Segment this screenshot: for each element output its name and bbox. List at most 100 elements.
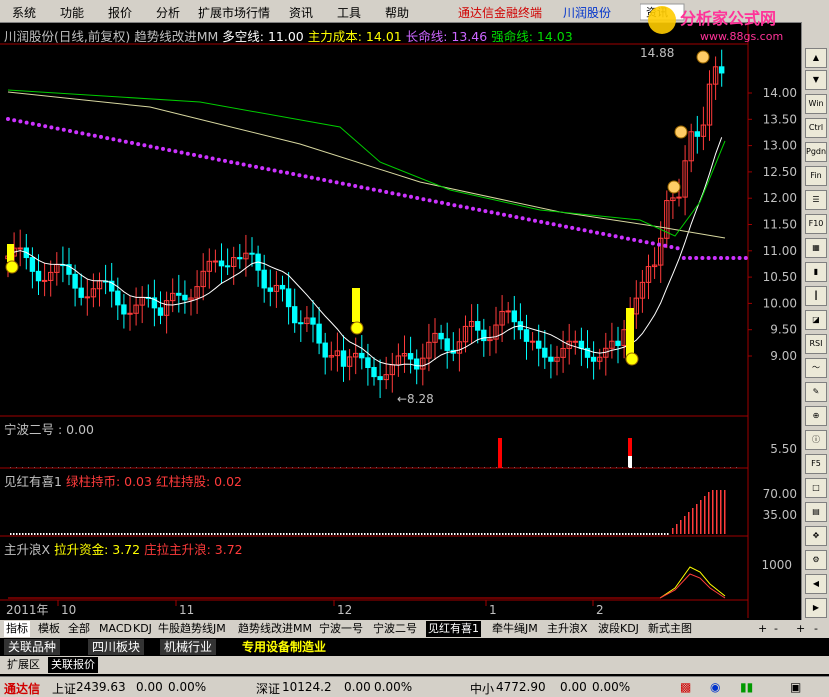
toolbar-f10-button[interactable]: F10 <box>805 214 827 234</box>
section-related[interactable]: 关联品种 <box>4 639 61 655</box>
sub2-dot <box>478 533 480 535</box>
toolbar-settings-icon[interactable]: ⚙ <box>805 550 827 570</box>
sub2-dot <box>148 533 150 535</box>
toolbar-fin-button[interactable]: Fin <box>805 166 827 186</box>
tab-qushixian[interactable]: 趋势线改进MM <box>236 621 314 637</box>
sub2-dot <box>598 533 600 535</box>
status-lock-icon[interactable]: ▣ <box>790 680 801 694</box>
section-equipment[interactable]: 专用设备制造业 <box>238 639 331 655</box>
sub2-dot <box>535 533 537 535</box>
menu-help[interactable]: 帮助 <box>385 4 409 21</box>
tab-zoom-out-button[interactable]: - <box>812 621 820 637</box>
tab-zhushenglang[interactable]: 主升浪X <box>545 621 590 637</box>
sub2-bar <box>704 496 706 534</box>
purple-dot <box>619 235 624 240</box>
status-chart-icon[interactable]: ▩ <box>680 680 691 694</box>
sub2-dot <box>37 533 39 535</box>
tab-zoom-in-button[interactable]: + <box>794 621 807 637</box>
toolbar-list-icon[interactable]: ☰ <box>805 190 827 210</box>
tab-macd[interactable]: MACD <box>97 621 134 637</box>
toolbar-split-icon[interactable]: ▤ <box>805 502 827 522</box>
toolbar-window-icon[interactable]: □ <box>805 478 827 498</box>
sub2-dot <box>142 533 144 535</box>
purple-dot <box>136 142 141 147</box>
tab-add-button[interactable]: + <box>756 621 769 637</box>
purple-dot <box>161 146 165 151</box>
sub1-dot <box>424 467 425 468</box>
toolbar-grid-icon[interactable]: ▦ <box>805 238 827 258</box>
sub1-dot <box>178 467 179 468</box>
menu-system[interactable]: 系统 <box>12 4 36 21</box>
sub1-dot <box>580 467 581 468</box>
sub2-bar <box>720 490 722 534</box>
sub1-dot <box>514 467 515 468</box>
section-machinery[interactable]: 机械行业 <box>160 639 217 655</box>
sub2-dot <box>622 533 624 535</box>
menu-function[interactable]: 功能 <box>60 4 84 21</box>
sub1-bar <box>628 438 632 456</box>
tab-boduan-kdj[interactable]: 波段KDJ <box>596 621 641 637</box>
extension-bar: 扩展区 关联报价 <box>0 656 829 674</box>
toolbar-win-button[interactable]: Win <box>805 94 827 114</box>
tab-indicator[interactable]: 指标 <box>4 621 30 637</box>
sub3-lasheng: 拉升资金: 3.72 <box>54 542 141 557</box>
sub2-dot <box>646 533 648 535</box>
sub2-dot <box>118 533 120 535</box>
sub2-dot <box>496 533 498 535</box>
sub1-dot <box>328 467 329 468</box>
ext-related-quote-button[interactable]: 关联报价 <box>48 657 98 673</box>
menu-analysis[interactable]: 分析 <box>156 4 180 21</box>
candle-body <box>17 247 23 250</box>
toolbar-line-icon[interactable]: 〜 <box>805 358 827 378</box>
toolbar-info-icon[interactable]: ⓘ <box>805 430 827 450</box>
menu-extended-market[interactable]: 扩展市场行情 <box>198 4 270 21</box>
toolbar-arrow-up-icon[interactable]: ▲ <box>805 48 827 68</box>
purple-dot <box>80 131 85 136</box>
purple-dot <box>173 149 178 154</box>
ext-area-button[interactable]: 扩展区 <box>4 657 43 673</box>
chart-area[interactable]: 14.00 13.50 13.00 12.50 12.00 11.50 11.00 10.50… <box>0 22 800 618</box>
tab-niugu[interactable]: 牛股趋势线JM <box>156 621 228 637</box>
toolbar-tool-icon[interactable]: ✎ <box>805 382 827 402</box>
tab-qianniu[interactable]: 牵牛绳JM <box>490 621 540 637</box>
purple-dot <box>365 186 370 191</box>
toolbar-zoom-icon[interactable]: ⊕ <box>805 406 827 426</box>
tab-ningbo1[interactable]: 宁波一号 <box>317 621 365 637</box>
tab-kdj[interactable]: KDJ <box>131 621 154 637</box>
sub2-dot <box>643 533 645 535</box>
toolbar-arrow-down-icon[interactable]: ▼ <box>805 70 827 90</box>
toolbar-left-icon[interactable]: ◀ <box>805 574 827 594</box>
menu-quote[interactable]: 报价 <box>108 4 132 21</box>
purple-dot <box>650 241 655 246</box>
toolbar-rsi-button[interactable]: RSI <box>805 334 827 354</box>
tab-all[interactable]: 全部 <box>66 621 92 637</box>
tab-xinshi[interactable]: 新式主图 <box>646 621 694 637</box>
purple-dot <box>154 145 159 150</box>
toolbar-ctrl-button[interactable]: Ctrl <box>805 118 827 138</box>
toolbar-bar-icon[interactable]: ▮ <box>805 262 827 282</box>
menu-tools[interactable]: 工具 <box>337 4 361 21</box>
sub2-dot <box>379 533 381 535</box>
sub1-dot <box>472 467 473 468</box>
tab-ningbo2[interactable]: 宁波二号 <box>371 621 419 637</box>
toolbar-right-icon[interactable]: ▶ <box>805 598 827 618</box>
toolbar-pgdn-button[interactable]: Pgdn <box>805 142 827 162</box>
status-globe-icon[interactable]: ◉ <box>710 680 720 694</box>
y-tick-label: 9.50 <box>770 323 797 337</box>
tab-remove-button[interactable]: - <box>772 621 780 637</box>
purple-dot <box>452 203 457 208</box>
sub2-bar <box>712 490 714 534</box>
section-sichuan[interactable]: 四川板块 <box>88 639 145 655</box>
toolbar-f5-button[interactable]: F5 <box>805 454 827 474</box>
toolbar-chart-icon[interactable]: ◪ <box>805 310 827 330</box>
sub2-dot <box>400 533 402 535</box>
money-bag-icon <box>667 180 681 194</box>
toolbar-kline-icon[interactable]: ┃ <box>805 286 827 306</box>
menu-news[interactable]: 资讯 <box>289 4 313 21</box>
sub1-dot <box>466 467 467 468</box>
status-signal-icon[interactable]: ▮▮ <box>740 680 753 694</box>
purple-dot <box>43 124 48 129</box>
tab-template[interactable]: 模板 <box>36 621 62 637</box>
toolbar-pan-icon[interactable]: ✥ <box>805 526 827 546</box>
tab-jianhong[interactable]: 见红有喜1 <box>426 621 481 637</box>
